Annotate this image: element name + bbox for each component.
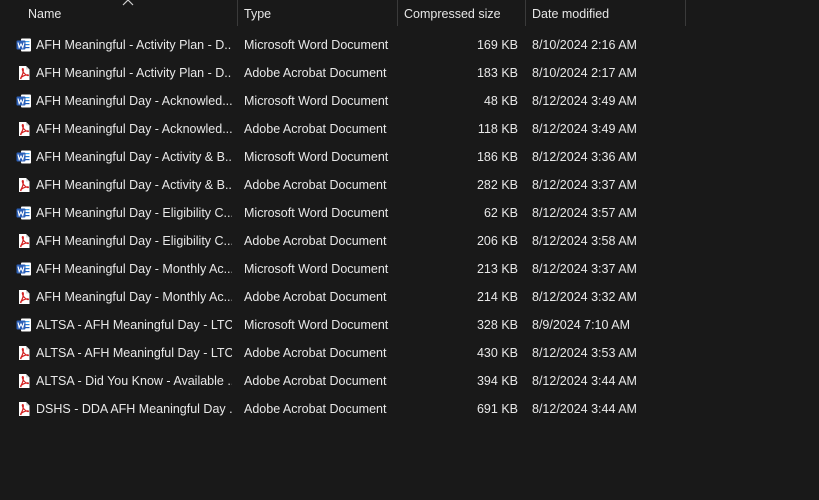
file-type: Adobe Acrobat Document: [244, 290, 387, 304]
file-date-modified: 8/10/2024 2:17 AM: [532, 66, 637, 80]
file-row[interactable]: AFH Meaningful Day - Acknowled... Adobe A…: [0, 115, 819, 143]
pdf-document-icon: [16, 65, 32, 81]
file-row[interactable]: ALTSA - Did You Know - Available ... Adob…: [0, 367, 819, 395]
file-name: ALTSA - Did You Know - Available ...: [36, 374, 232, 388]
file-name: ALTSA - AFH Meaningful Day - LTC...: [36, 346, 232, 360]
file-date-modified: 8/12/2024 3:49 AM: [532, 94, 637, 108]
file-date-modified: 8/12/2024 3:57 AM: [532, 206, 637, 220]
file-date-modified: 8/12/2024 3:36 AM: [532, 150, 637, 164]
file-date-modified: 8/12/2024 3:44 AM: [532, 374, 637, 388]
file-date-modified: 8/12/2024 3:49 AM: [532, 122, 637, 136]
file-date-modified: 8/12/2024 3:37 AM: [532, 178, 637, 192]
file-name: AFH Meaningful Day - Activity & B...: [36, 178, 232, 192]
file-compressed-size: 48 KB: [483, 94, 518, 108]
file-name: AFH Meaningful Day - Monthly Ac...: [36, 262, 232, 276]
pdf-document-icon: [16, 233, 32, 249]
pdf-document-icon: [16, 373, 32, 389]
word-document-icon: [16, 317, 32, 333]
file-type: Adobe Acrobat Document: [244, 234, 387, 248]
file-name: AFH Meaningful Day - Eligibility C...: [36, 206, 232, 220]
file-row[interactable]: ALTSA - AFH Meaningful Day - LTC... Micro…: [0, 311, 819, 339]
word-document-icon: [16, 93, 32, 109]
file-name: AFH Meaningful Day - Acknowled...: [36, 122, 232, 136]
file-compressed-size: 183 KB: [476, 66, 518, 80]
file-row[interactable]: ALTSA - AFH Meaningful Day - LTC... Adobe…: [0, 339, 819, 367]
file-compressed-size: 214 KB: [476, 290, 518, 304]
file-compressed-size: 186 KB: [476, 150, 518, 164]
column-header-name[interactable]: Name: [22, 0, 237, 28]
file-type: Microsoft Word Document: [244, 94, 389, 108]
pdf-document-icon: [16, 289, 32, 305]
file-type: Adobe Acrobat Document: [244, 122, 387, 136]
word-document-icon: [16, 149, 32, 165]
column-header-type[interactable]: Type: [238, 0, 397, 28]
file-list: AFH Meaningful - Activity Plan - D... Mic…: [0, 31, 819, 423]
file-type: Adobe Acrobat Document: [244, 178, 387, 192]
file-row[interactable]: AFH Meaningful Day - Activity & B... Micr…: [0, 143, 819, 171]
file-type: Microsoft Word Document: [244, 38, 389, 52]
column-header-bar: Name Type Compressed size Date modified: [0, 0, 819, 28]
file-name: ALTSA - AFH Meaningful Day - LTC...: [36, 318, 232, 332]
word-document-icon: [16, 261, 32, 277]
file-compressed-size: 394 KB: [476, 374, 518, 388]
file-row[interactable]: AFH Meaningful Day - Monthly Ac... Adobe …: [0, 283, 819, 311]
file-name: AFH Meaningful Day - Activity & B...: [36, 150, 232, 164]
file-compressed-size: 430 KB: [476, 346, 518, 360]
file-row[interactable]: AFH Meaningful Day - Eligibility C... Ado…: [0, 227, 819, 255]
word-document-icon: [16, 37, 32, 53]
file-row[interactable]: AFH Meaningful - Activity Plan - D... Mic…: [0, 31, 819, 59]
file-type: Microsoft Word Document: [244, 206, 389, 220]
file-compressed-size: 169 KB: [476, 38, 518, 52]
pdf-document-icon: [16, 345, 32, 361]
file-type: Adobe Acrobat Document: [244, 66, 387, 80]
file-compressed-size: 282 KB: [476, 178, 518, 192]
file-type: Microsoft Word Document: [244, 318, 389, 332]
file-date-modified: 8/12/2024 3:32 AM: [532, 290, 637, 304]
file-compressed-size: 691 KB: [476, 402, 518, 416]
file-type: Adobe Acrobat Document: [244, 402, 387, 416]
file-name: AFH Meaningful Day - Eligibility C...: [36, 234, 232, 248]
file-date-modified: 8/12/2024 3:58 AM: [532, 234, 637, 248]
file-row[interactable]: AFH Meaningful Day - Activity & B... Adob…: [0, 171, 819, 199]
file-name: AFH Meaningful Day - Monthly Ac...: [36, 290, 232, 304]
file-row[interactable]: AFH Meaningful Day - Monthly Ac... Micros…: [0, 255, 819, 283]
column-header-date-modified[interactable]: Date modified: [526, 0, 685, 28]
file-type: Microsoft Word Document: [244, 262, 389, 276]
file-compressed-size: 213 KB: [476, 262, 518, 276]
file-name: AFH Meaningful Day - Acknowled...: [36, 94, 232, 108]
file-compressed-size: 328 KB: [476, 318, 518, 332]
pdf-document-icon: [16, 121, 32, 137]
pdf-document-icon: [16, 401, 32, 417]
file-compressed-size: 62 KB: [483, 206, 518, 220]
word-document-icon: [16, 205, 32, 221]
file-compressed-size: 206 KB: [476, 234, 518, 248]
file-row[interactable]: AFH Meaningful - Activity Plan - D... Ado…: [0, 59, 819, 87]
file-row[interactable]: DSHS - DDA AFH Meaningful Day ... Adobe A…: [0, 395, 819, 423]
file-type: Adobe Acrobat Document: [244, 374, 387, 388]
file-explorer-view: Name Type Compressed size Date modified …: [0, 0, 819, 500]
file-date-modified: 8/12/2024 3:53 AM: [532, 346, 637, 360]
column-resize-handle[interactable]: [685, 0, 686, 26]
pdf-document-icon: [16, 177, 32, 193]
file-type: Adobe Acrobat Document: [244, 346, 387, 360]
file-date-modified: 8/10/2024 2:16 AM: [532, 38, 637, 52]
file-compressed-size: 118 KB: [477, 122, 518, 136]
file-date-modified: 8/12/2024 3:44 AM: [532, 402, 637, 416]
file-row[interactable]: AFH Meaningful Day - Eligibility C... Mic…: [0, 199, 819, 227]
file-date-modified: 8/12/2024 3:37 AM: [532, 262, 637, 276]
file-date-modified: 8/9/2024 7:10 AM: [532, 318, 630, 332]
file-name: AFH Meaningful - Activity Plan - D...: [36, 38, 232, 52]
file-type: Microsoft Word Document: [244, 150, 389, 164]
file-row[interactable]: AFH Meaningful Day - Acknowled... Microso…: [0, 87, 819, 115]
file-name: AFH Meaningful - Activity Plan - D...: [36, 66, 232, 80]
file-name: DSHS - DDA AFH Meaningful Day ...: [36, 402, 232, 416]
column-header-compressed-size[interactable]: Compressed size: [398, 0, 525, 28]
